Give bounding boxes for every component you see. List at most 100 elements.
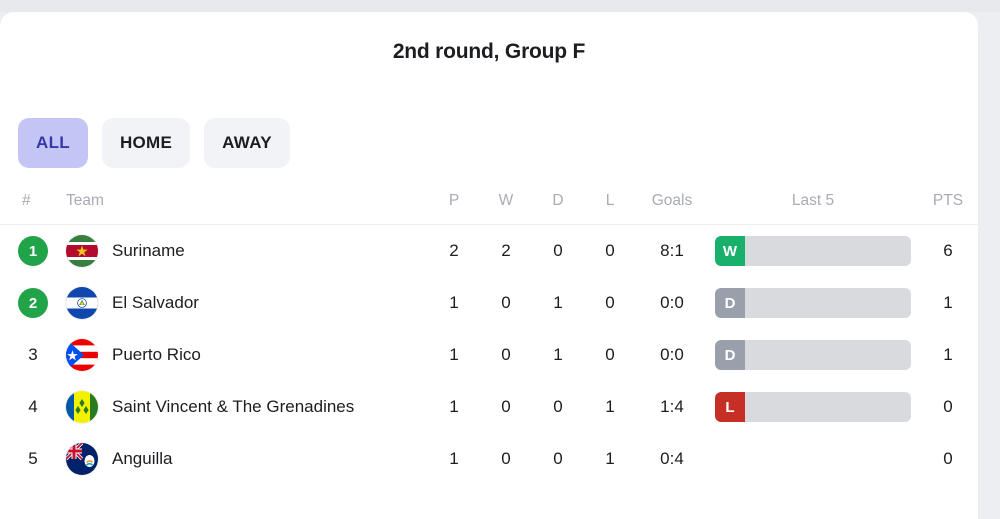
rank-cell: 2 <box>0 277 56 329</box>
column-header-last5: Last 5 <box>791 192 835 209</box>
column-header-goals: Goals <box>651 192 693 209</box>
last5-cell: W <box>708 225 918 278</box>
table-row[interactable]: 3 Puerto Rico 1 0 1 0 0:0 D 1 <box>0 329 978 381</box>
lost-cell: 1 <box>605 449 615 468</box>
standings-table: # Team P W D L Goals Last 5 PTS 1 Surinam… <box>0 192 978 485</box>
lost-cell: 0 <box>605 345 615 364</box>
form-chip-w[interactable]: W <box>715 236 745 266</box>
rank-cell: 5 <box>0 433 56 485</box>
table-row[interactable]: 2 El Salvador 1 0 1 0 0:0 D 1 <box>0 277 978 329</box>
team-cell[interactable]: Puerto Rico <box>56 329 428 381</box>
rank-wrapper: 1 <box>16 236 56 266</box>
goals-cell: 0:0 <box>660 345 684 364</box>
won-cell: 0 <box>501 397 511 416</box>
column-header-team: Team <box>66 192 104 209</box>
played-cell: 1 <box>449 345 459 364</box>
points-cell: 0 <box>943 397 953 416</box>
form-chip-d[interactable]: D <box>715 340 745 370</box>
page-title: 2nd round, Group F <box>392 40 586 63</box>
last5-bar <box>715 444 911 474</box>
column-header-played: P <box>448 192 460 209</box>
rank-wrapper: 3 <box>16 345 56 365</box>
drawn-cell: 0 <box>553 449 563 468</box>
played-cell: 1 <box>449 397 459 416</box>
rank-number: 4 <box>28 397 38 416</box>
last5-bar: D <box>715 340 911 370</box>
team-wrapper: El Salvador <box>66 287 428 319</box>
filter-button-group: ALL HOME AWAY <box>18 118 290 168</box>
played-cell: 2 <box>449 241 459 260</box>
drawn-cell: 0 <box>553 397 563 416</box>
rank-wrapper: 2 <box>16 288 56 318</box>
standings-screen: 2nd round, Group F ALL HOME AWAY # Team P … <box>0 0 1000 519</box>
team-wrapper: Puerto Rico <box>66 339 428 371</box>
last5-bar: D <box>715 288 911 318</box>
filter-button-away[interactable]: AWAY <box>204 118 290 168</box>
won-cell: 0 <box>501 345 511 364</box>
rank-cell: 4 <box>0 381 56 433</box>
rank-wrapper: 5 <box>16 449 56 469</box>
team-name: Saint Vincent & The Grenadines <box>112 397 355 416</box>
points-cell: 1 <box>943 345 953 364</box>
table-row[interactable]: 4 Saint Vincent & The Grenadines 1 0 0 1 1:4 L 0 <box>0 381 978 433</box>
rank-cell: 3 <box>0 329 56 381</box>
won-cell: 2 <box>501 241 511 260</box>
table-row[interactable]: 1 Suriname 2 2 0 0 8:1 W 6 <box>0 225 978 278</box>
drawn-cell: 1 <box>553 293 563 312</box>
filter-button-home[interactable]: HOME <box>101 118 191 168</box>
lost-cell: 0 <box>605 293 615 312</box>
saint-vincent-and-the-grenadines-flag <box>66 391 98 423</box>
table-header-row: # Team P W D L Goals Last 5 PTS <box>0 192 978 225</box>
team-wrapper: Anguilla <box>66 443 428 475</box>
drawn-cell: 1 <box>553 345 563 364</box>
lost-cell: 0 <box>605 241 615 260</box>
won-cell: 0 <box>501 293 511 312</box>
team-name: Puerto Rico <box>112 345 201 364</box>
el-salvador-flag <box>66 287 98 319</box>
goals-cell: 0:4 <box>660 449 684 468</box>
column-header-points: PTS <box>932 192 964 209</box>
goals-cell: 0:0 <box>660 293 684 312</box>
card-right-gutter <box>978 12 1000 519</box>
rank-cell: 1 <box>0 225 56 278</box>
last5-cell <box>708 433 918 485</box>
form-chip-l[interactable]: L <box>715 392 745 422</box>
anguilla-flag <box>66 443 98 475</box>
rank-number: 3 <box>28 345 38 364</box>
goals-cell: 8:1 <box>660 241 684 260</box>
last5-cell: L <box>708 381 918 433</box>
column-header-won: W <box>498 192 514 209</box>
rank-number: 5 <box>28 449 38 468</box>
played-cell: 1 <box>449 449 459 468</box>
suriname-flag <box>66 235 98 267</box>
points-cell: 6 <box>943 241 953 260</box>
window-top-strip <box>0 0 1000 12</box>
drawn-cell: 0 <box>553 241 563 260</box>
lost-cell: 1 <box>605 397 615 416</box>
points-cell: 0 <box>943 449 953 468</box>
team-cell[interactable]: Suriname <box>56 225 428 278</box>
table-body: 1 Suriname 2 2 0 0 8:1 W 6 2 El Salvador 1 0 1 0 0:0 D 1 3… <box>0 225 978 486</box>
points-cell: 1 <box>943 293 953 312</box>
table-row[interactable]: 5 Anguilla 1 0 0 1 0:4 0 <box>0 433 978 485</box>
team-wrapper: Saint Vincent & The Grenadines <box>66 391 428 423</box>
won-cell: 0 <box>501 449 511 468</box>
team-cell[interactable]: Saint Vincent & The Grenadines <box>56 381 428 433</box>
team-cell[interactable]: El Salvador <box>56 277 428 329</box>
team-name: Suriname <box>112 241 185 260</box>
column-header-lost: L <box>605 192 615 209</box>
team-name: Anguilla <box>112 449 173 468</box>
rank-wrapper: 4 <box>16 397 56 417</box>
table-header: # Team P W D L Goals Last 5 PTS <box>0 192 978 225</box>
team-wrapper: Suriname <box>66 235 428 267</box>
team-name: El Salvador <box>112 293 199 312</box>
column-header-rank: # <box>22 192 31 209</box>
last5-bar: W <box>715 236 911 266</box>
form-chip-d[interactable]: D <box>715 288 745 318</box>
team-cell[interactable]: Anguilla <box>56 433 428 485</box>
last5-bar: L <box>715 392 911 422</box>
rank-badge: 2 <box>18 288 48 318</box>
filter-button-all[interactable]: ALL <box>18 118 88 168</box>
played-cell: 1 <box>449 293 459 312</box>
puerto-rico-flag <box>66 339 98 371</box>
